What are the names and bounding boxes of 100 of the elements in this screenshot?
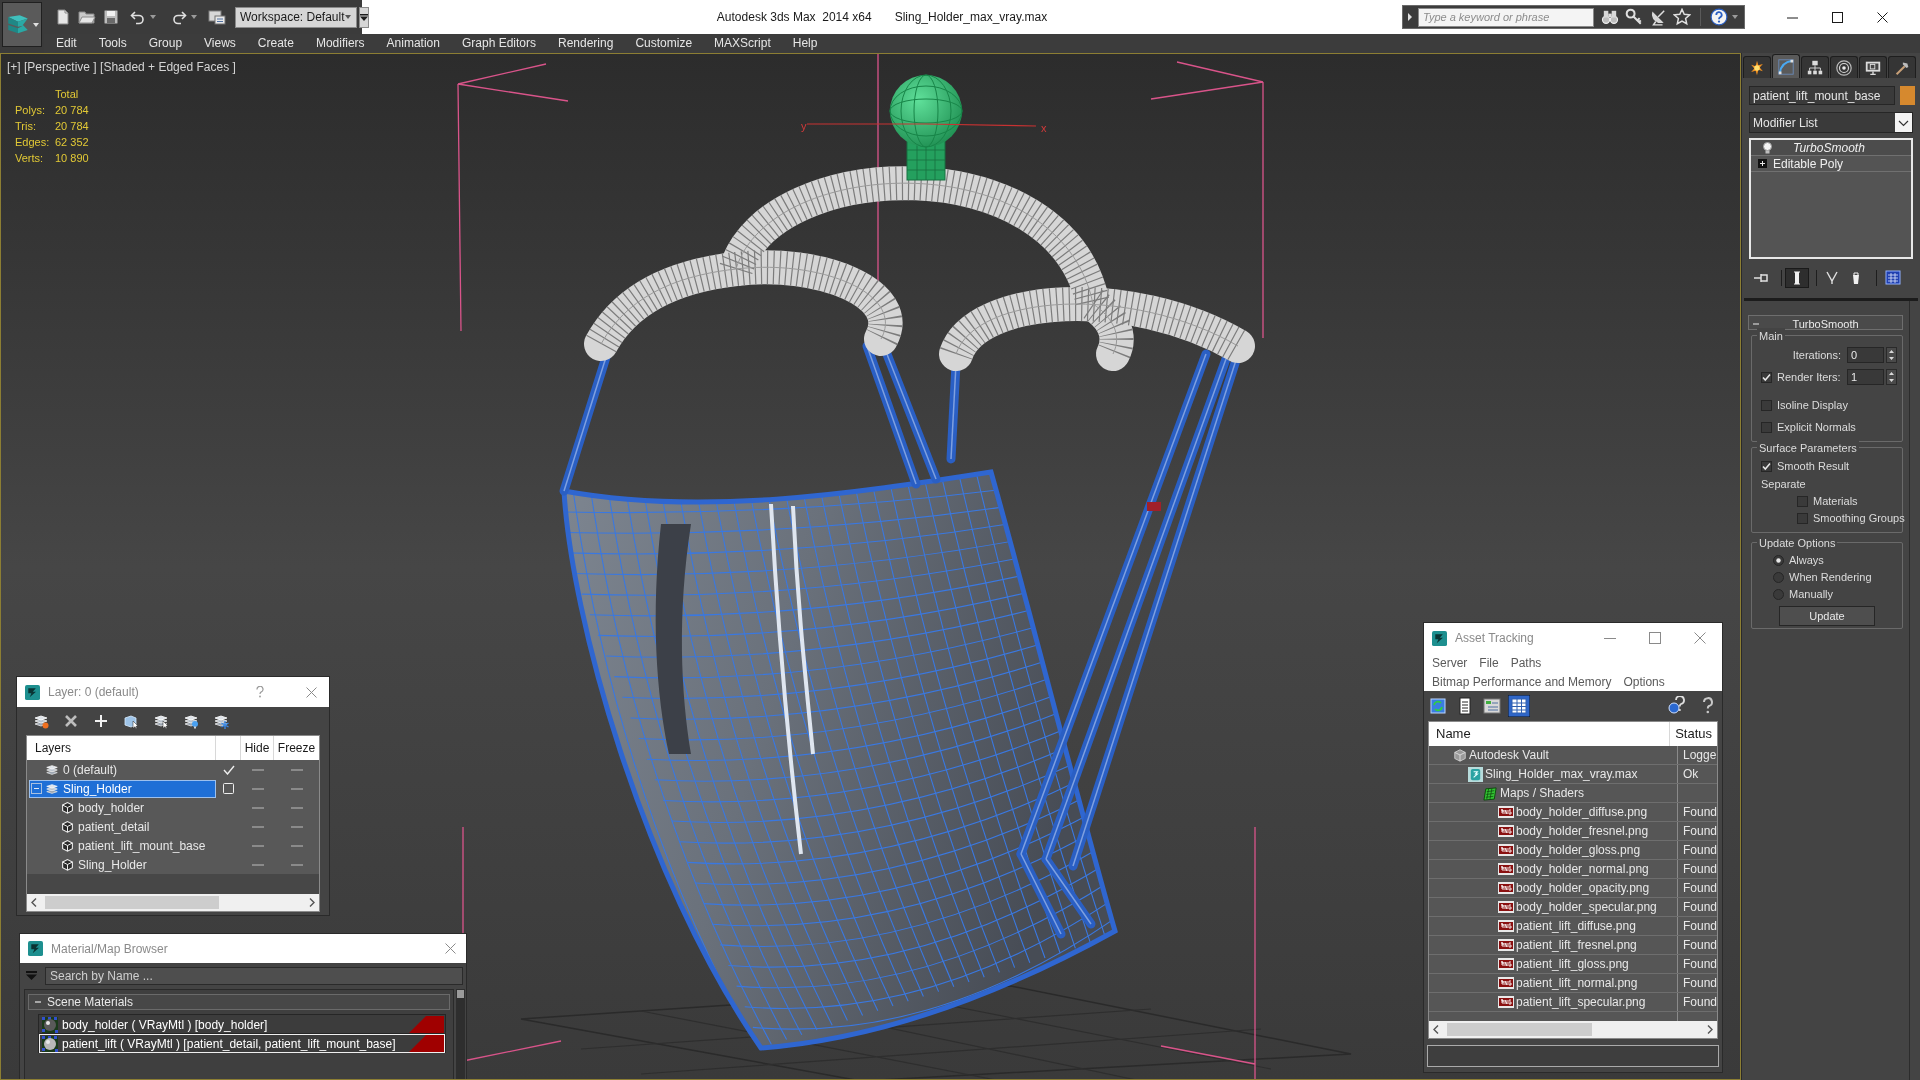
checkbox-option[interactable]: Explicit Normals xyxy=(1761,418,1856,436)
radio-option[interactable]: Manually xyxy=(1773,586,1834,603)
layers-cursor-icon[interactable] xyxy=(153,713,169,729)
delete-icon[interactable] xyxy=(63,713,79,729)
modifier-item[interactable]: Editable Poly xyxy=(1751,156,1911,171)
rollout-header[interactable]: TurboSmooth xyxy=(1748,315,1903,330)
radio-icon[interactable] xyxy=(1773,555,1784,566)
number-field[interactable]: 0 xyxy=(1847,347,1884,363)
scrollbar-thumb[interactable] xyxy=(457,990,464,998)
maximize-icon[interactable] xyxy=(1832,11,1843,23)
scroll-right-icon[interactable] xyxy=(1707,1025,1713,1034)
menu-item[interactable]: Edit xyxy=(50,34,83,53)
cube-cursor-icon[interactable] xyxy=(123,713,139,729)
layer-item[interactable]: patient_lift_mount_base xyxy=(29,836,216,855)
column-header[interactable]: Status xyxy=(1670,722,1717,746)
layer-item[interactable]: body_holder xyxy=(29,798,216,817)
close-icon[interactable] xyxy=(1877,11,1888,23)
checkbox-option[interactable]: Smoothing Groups xyxy=(1797,510,1905,527)
modifier-list-dropdown[interactable]: Modifier List xyxy=(1749,112,1913,133)
checkbox-icon[interactable] xyxy=(1761,371,1772,383)
table-view-icon[interactable] xyxy=(1508,695,1530,717)
menu-item[interactable]: Graph Editors xyxy=(455,34,542,53)
workspace-menu-button[interactable] xyxy=(358,6,369,28)
save-icon[interactable] xyxy=(103,9,119,25)
layer-item[interactable]: Sling_Holder xyxy=(29,779,216,798)
panel-tab[interactable] xyxy=(1743,56,1771,78)
checkbox-icon[interactable] xyxy=(1797,496,1808,507)
workspace-dropdown[interactable]: Workspace: Default xyxy=(235,6,357,28)
check-icon[interactable] xyxy=(222,764,235,775)
menu-item[interactable]: Options xyxy=(1621,672,1667,691)
modifier-item[interactable]: TurboSmooth xyxy=(1751,140,1911,155)
column-header[interactable]: Freeze xyxy=(274,736,319,760)
binoculars-icon[interactable] xyxy=(1601,8,1619,26)
menu-item[interactable]: Group xyxy=(142,34,189,53)
spinner-arrows-icon[interactable] xyxy=(1886,369,1897,385)
panel-tab[interactable] xyxy=(1801,56,1829,78)
menu-item[interactable]: Customize xyxy=(629,34,699,53)
expand-icon[interactable] xyxy=(1758,159,1767,168)
refresh-icon[interactable] xyxy=(1427,695,1449,717)
panel-tab[interactable] xyxy=(1888,56,1916,78)
caret-icon[interactable] xyxy=(150,15,156,19)
project-folder-icon[interactable] xyxy=(208,9,226,25)
layers-snowflake-icon[interactable] xyxy=(213,713,229,729)
radio-icon[interactable] xyxy=(1773,572,1784,583)
panel-tab[interactable] xyxy=(1830,56,1858,78)
star-icon[interactable] xyxy=(1673,8,1691,26)
checkbox-option[interactable]: Materials xyxy=(1797,493,1858,510)
checkbox-icon[interactable] xyxy=(1761,460,1772,472)
key-icon[interactable] xyxy=(1625,8,1643,26)
scrollbar-thumb[interactable] xyxy=(1447,1023,1592,1036)
update-button[interactable]: Update xyxy=(1779,606,1875,626)
open-folder-icon[interactable] xyxy=(78,9,96,25)
checkbox-option[interactable]: Render Iters: xyxy=(1761,368,1841,386)
redo-icon[interactable] xyxy=(171,9,187,25)
menu-item[interactable]: Rendering xyxy=(552,34,620,53)
collapse-icon[interactable] xyxy=(31,783,42,794)
menu-item[interactable]: Animation xyxy=(380,34,446,53)
search-field[interactable]: Search by Name ... xyxy=(45,966,463,985)
checkbox-option[interactable]: Smooth Result xyxy=(1761,457,1850,475)
layer-item[interactable]: patient_detail xyxy=(29,817,216,836)
menu-item[interactable]: File xyxy=(1477,653,1501,672)
viewport-label[interactable]: [+] [Perspective ] [Shaded + Edged Faces ] xyxy=(7,58,236,76)
layer-item[interactable]: Sling_Holder xyxy=(29,855,216,874)
menu-item[interactable]: Create xyxy=(251,34,300,53)
number-field[interactable]: 1 xyxy=(1847,369,1884,385)
checkbox-icon[interactable] xyxy=(1761,421,1772,433)
group-header[interactable]: Scene Materials xyxy=(28,994,450,1010)
menu-item[interactable]: MAXScript xyxy=(708,34,777,53)
object-name-field[interactable]: patient_lift_mount_base xyxy=(1749,86,1895,105)
bar-icon[interactable] xyxy=(1785,268,1809,288)
radio-option[interactable]: When Rendering xyxy=(1773,569,1872,586)
caret-icon[interactable] xyxy=(191,15,197,19)
checkbox-icon[interactable] xyxy=(1761,399,1772,411)
undo-icon[interactable] xyxy=(130,9,146,25)
radio-icon[interactable] xyxy=(1773,589,1784,600)
panel-tab[interactable] xyxy=(1859,56,1887,78)
plus-icon[interactable] xyxy=(93,713,109,729)
text-field[interactable] xyxy=(1427,1045,1719,1067)
help-icon[interactable] xyxy=(1710,8,1728,26)
panel-tab[interactable] xyxy=(1772,54,1800,78)
menu-item[interactable]: Help xyxy=(786,34,824,53)
radio-option[interactable]: Always xyxy=(1773,552,1824,569)
menu-item[interactable]: Paths xyxy=(1508,653,1544,672)
material-item[interactable]: body_holder ( VRayMtl ) [body_holder] xyxy=(39,1015,445,1034)
layers-bulb-icon[interactable] xyxy=(183,713,199,729)
tree-view-icon[interactable] xyxy=(1481,695,1503,717)
new-file-icon[interactable] xyxy=(55,9,71,25)
layer-item[interactable]: 0 (default) xyxy=(29,760,216,779)
color-swatch-icon[interactable] xyxy=(1900,86,1915,105)
material-item[interactable]: patient_lift ( VRayMtl ) [patient_detail, patient_lift_mount_base] xyxy=(39,1034,445,1053)
menu-item[interactable]: Server xyxy=(1430,653,1470,672)
globe-help-icon[interactable] xyxy=(1666,696,1686,716)
menu-item[interactable]: Modifiers xyxy=(309,34,371,53)
menu-item[interactable]: Tools xyxy=(92,34,133,53)
menu-item[interactable]: Views xyxy=(198,34,242,53)
app-menu-button[interactable] xyxy=(2,2,42,47)
new-layer-icon[interactable] xyxy=(33,713,49,729)
satellite-dish-icon[interactable] xyxy=(1649,8,1667,26)
search-field[interactable]: Type a keyword or phrase xyxy=(1418,7,1594,27)
scroll-left-icon[interactable] xyxy=(31,898,37,907)
